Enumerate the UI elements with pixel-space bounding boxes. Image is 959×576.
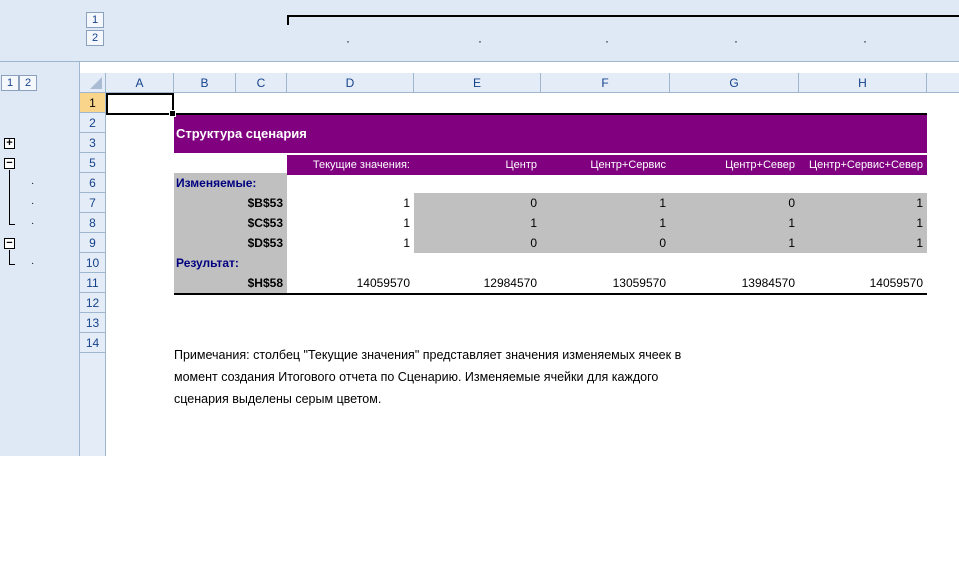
select-all-corner[interactable] — [80, 73, 106, 93]
column-header-e[interactable]: E — [414, 73, 541, 93]
report-note-line-1[interactable]: Примечания: столбец "Текущие значения" п… — [174, 344, 681, 366]
row-header-10[interactable]: 10 — [80, 253, 106, 273]
column-outline-dot-e[interactable]: · — [478, 34, 482, 48]
changing-cell-value[interactable]: 1 — [541, 193, 670, 213]
column-header-g[interactable]: G — [670, 73, 799, 93]
row-header-13[interactable]: 13 — [80, 313, 106, 333]
column-outline-level-1-button[interactable]: 1 — [86, 12, 104, 28]
changing-cell-value[interactable]: 1 — [670, 233, 799, 253]
column-outline-bar — [0, 0, 959, 62]
row-header-8[interactable]: 8 — [80, 213, 106, 233]
row-header-9[interactable]: 9 — [80, 233, 106, 253]
row-header-5[interactable]: 5 — [80, 153, 106, 173]
changing-cell-address[interactable]: $B$53 — [174, 193, 287, 213]
row-outline-level-2-button[interactable]: 2 — [19, 75, 37, 91]
row-header-2[interactable]: 2 — [80, 113, 106, 133]
column-header-c[interactable]: C — [236, 73, 287, 93]
changing-cell-address[interactable]: $C$53 — [174, 213, 287, 233]
changing-cells-label[interactable]: Изменяемые: — [174, 173, 287, 193]
column-outline-dot-d[interactable]: · — [346, 34, 350, 48]
row-outline-dot-7[interactable]: · — [31, 198, 34, 209]
column-group-bracket[interactable] — [287, 15, 959, 17]
changing-cell-value[interactable]: 1 — [799, 193, 927, 213]
row-header-11[interactable]: 11 — [80, 273, 106, 293]
header-scenario-center-north[interactable]: Центр+Север — [670, 155, 799, 175]
row-outline-dot-6[interactable]: · — [31, 178, 34, 189]
column-header-next[interactable] — [927, 73, 959, 93]
column-outline-dot-f[interactable]: · — [605, 34, 609, 48]
changing-cell-value[interactable]: 1 — [287, 193, 414, 213]
changing-cell-value[interactable]: 1 — [287, 213, 414, 233]
column-header-h[interactable]: H — [799, 73, 927, 93]
column-header-a[interactable]: A — [106, 73, 174, 93]
column-header-b[interactable]: B — [174, 73, 236, 93]
report-bottom-border — [174, 293, 927, 295]
header-scenario-center-service-north[interactable]: Центр+Сервис+Север — [799, 155, 927, 175]
result-cell-value[interactable]: 13059570 — [541, 273, 670, 293]
changing-cell-value[interactable]: 1 — [670, 213, 799, 233]
header-current-values[interactable]: Текущие значения: — [287, 155, 414, 175]
row-group-bracket-changing[interactable] — [9, 170, 10, 224]
changing-cell-address[interactable]: $D$53 — [174, 233, 287, 253]
report-note-line-2[interactable]: момент создания Итогового отчета по Сцен… — [174, 366, 658, 388]
spreadsheet-viewport: 1 2 · · · · · 1 2 A B C D E F G H 1 2 3 … — [0, 0, 959, 456]
result-cells-label[interactable]: Результат: — [174, 253, 287, 273]
changing-cell-value[interactable]: 1 — [414, 213, 541, 233]
row-header-12[interactable]: 12 — [80, 293, 106, 313]
row-group-bracket-end-changing — [9, 224, 15, 225]
row-header-6[interactable]: 6 — [80, 173, 106, 193]
column-outline-dot-h[interactable]: · — [863, 34, 867, 48]
column-group-bracket-tick — [287, 15, 289, 25]
row-outline-dot-8[interactable]: · — [31, 218, 34, 229]
row-group-bracket-end-result — [9, 264, 15, 265]
row-header-14[interactable]: 14 — [80, 333, 106, 353]
result-cell-value[interactable]: 14059570 — [287, 273, 414, 293]
result-cell-value[interactable]: 12984570 — [414, 273, 541, 293]
result-cell-value[interactable]: 13984570 — [670, 273, 799, 293]
collapse-group-button-result[interactable]: − — [4, 238, 15, 249]
expand-group-button[interactable]: + — [4, 138, 15, 149]
result-cell-value[interactable]: 14059570 — [799, 273, 927, 293]
column-header-d[interactable]: D — [287, 73, 414, 93]
column-outline-dot-g[interactable]: · — [734, 34, 738, 48]
row-header-1[interactable]: 1 — [80, 93, 106, 113]
report-title[interactable]: Структура сценария — [174, 115, 927, 153]
row-header-3[interactable]: 3 — [80, 133, 106, 153]
changing-cell-value[interactable]: 0 — [414, 233, 541, 253]
changing-cell-value[interactable]: 0 — [670, 193, 799, 213]
changing-cell-value[interactable]: 1 — [541, 213, 670, 233]
active-cell-selection[interactable] — [106, 93, 176, 117]
changing-cell-value[interactable]: 0 — [541, 233, 670, 253]
collapse-group-button-changing[interactable]: − — [4, 158, 15, 169]
row-header-filler — [80, 353, 106, 456]
header-scenario-center[interactable]: Центр — [414, 155, 541, 175]
header-scenario-center-service[interactable]: Центр+Сервис — [541, 155, 670, 175]
row-outline-level-1-button[interactable]: 1 — [1, 75, 19, 91]
row-outline-gutter — [0, 62, 80, 456]
changing-cell-value[interactable]: 0 — [414, 193, 541, 213]
changing-cell-value[interactable]: 1 — [799, 233, 927, 253]
row-group-bracket-result[interactable] — [9, 250, 10, 264]
result-cell-address[interactable]: $H$58 — [174, 273, 287, 293]
changing-cell-value[interactable]: 1 — [287, 233, 414, 253]
report-note-line-3[interactable]: сценария выделены серым цветом. — [174, 388, 381, 410]
column-header-f[interactable]: F — [541, 73, 670, 93]
column-outline-level-2-button[interactable]: 2 — [86, 30, 104, 46]
row-outline-dot-10[interactable]: · — [31, 258, 34, 269]
row-header-7[interactable]: 7 — [80, 193, 106, 213]
changing-cell-value[interactable]: 1 — [799, 213, 927, 233]
